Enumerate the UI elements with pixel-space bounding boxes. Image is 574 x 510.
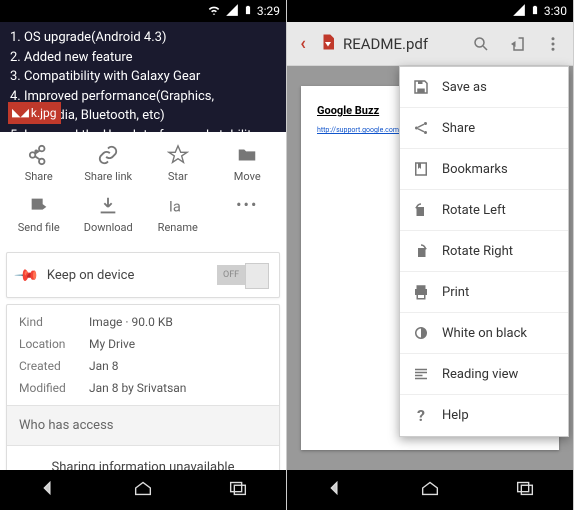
back-button[interactable]: ‹ [291, 33, 315, 54]
file-name: k.jpg [31, 104, 57, 122]
recent-nav[interactable] [514, 477, 536, 503]
signal-icon [512, 3, 526, 20]
overflow-button[interactable] [537, 35, 569, 53]
share-label: Share [25, 170, 53, 183]
sendfile-button[interactable]: Send file [4, 191, 74, 238]
back-nav[interactable] [37, 477, 59, 503]
menu-print[interactable]: Print [400, 272, 568, 313]
location-value: My Drive [89, 337, 267, 351]
right-phone: 3:30 ‹ README.pdf Google Buzz http://sup… [287, 0, 574, 510]
download-label: Download [84, 221, 133, 234]
keep-card: 📌 Keep on device OFF [6, 252, 280, 298]
navbar-left [0, 470, 286, 510]
file-thumbnail[interactable]: ◣◢ k.jpg [8, 102, 61, 124]
kind-key: Kind [19, 315, 89, 329]
created-key: Created [19, 359, 89, 373]
search-button[interactable] [465, 35, 497, 53]
menu-rotate-right[interactable]: Rotate Right [400, 231, 568, 272]
sharelink-label: Share link [84, 170, 132, 183]
menu-print-label: Print [442, 285, 469, 300]
keep-label: Keep on device [47, 268, 207, 283]
left-phone: 3:29 OS upgrade(Android 4.3) Added new f… [0, 0, 287, 510]
menu-rotleft-label: Rotate Left [442, 203, 506, 218]
background-changelog: OS upgrade(Android 4.3) Added new featur… [0, 22, 286, 132]
menu-help[interactable]: ? Help [400, 395, 568, 436]
share-button[interactable]: Share [4, 140, 74, 187]
back-nav[interactable] [324, 477, 346, 503]
modified-key: Modified [19, 381, 89, 395]
home-nav[interactable] [132, 477, 154, 503]
keep-toggle[interactable]: OFF [217, 265, 269, 285]
image-icon: ◣◢ [12, 105, 29, 122]
navbar-right [287, 470, 573, 510]
dots-icon: ••• [236, 195, 258, 214]
pdf-icon [319, 33, 339, 55]
menu-bookmarks-label: Bookmarks [442, 162, 508, 177]
document-area[interactable]: Google Buzz http://support.google.com/dr… [287, 66, 573, 470]
menu-rotright-label: Rotate Right [442, 244, 513, 259]
changelog-item: Improved the User Interface and stabilit… [10, 126, 276, 146]
pdf-topbar: ‹ README.pdf [287, 22, 573, 66]
signal-icon [225, 3, 239, 20]
changelog-item: Added new feature [10, 48, 276, 68]
rename-label: Rename [158, 221, 198, 234]
svg-text:Ia: Ia [169, 198, 181, 216]
help-icon: ? [412, 406, 430, 425]
recent-nav[interactable] [227, 477, 249, 503]
download-button[interactable]: Download [74, 191, 144, 238]
clock-right: 3:30 [544, 4, 567, 18]
battery-icon [530, 3, 540, 20]
kind-value: Image · 90.0 KB [89, 315, 267, 329]
overflow-menu: Save as Share Bookmarks Rotate Left Rota… [399, 66, 569, 437]
menu-help-label: Help [442, 408, 469, 423]
menu-white-on-black[interactable]: White on black [400, 313, 568, 354]
access-header: Who has access [7, 405, 279, 446]
menu-share[interactable]: Share [400, 108, 568, 149]
statusbar-right: 3:30 [287, 0, 573, 22]
menu-rotate-left[interactable]: Rotate Left [400, 190, 568, 231]
clock-left: 3:29 [257, 4, 280, 18]
meta-card: KindImage · 90.0 KB LocationMy Drive Cre… [6, 304, 280, 490]
menu-saveas[interactable]: Save as [400, 67, 568, 108]
modified-value: Jan 8 by Srivatsan [89, 381, 267, 395]
menu-reading-label: Reading view [442, 367, 518, 382]
home-nav[interactable] [419, 477, 441, 503]
menu-whiteblack-label: White on black [442, 326, 527, 341]
move-button[interactable]: Move [213, 140, 283, 187]
battery-icon [243, 3, 253, 20]
action-row-2: Send file Download Ia Rename ••• [0, 191, 286, 246]
star-label: Star [168, 170, 188, 183]
move-label: Move [234, 170, 261, 183]
menu-reading-view[interactable]: Reading view [400, 354, 568, 395]
sharelink-button[interactable]: Share link [74, 140, 144, 187]
changelog-item: Compatibility with Galaxy Gear [10, 67, 276, 87]
rename-button[interactable]: Ia Rename [143, 191, 213, 238]
pin-icon: 📌 [13, 261, 41, 289]
openin-button[interactable] [501, 35, 533, 53]
menu-bookmarks[interactable]: Bookmarks [400, 149, 568, 190]
statusbar-left: 3:29 [0, 0, 286, 22]
toggle-value: OFF [223, 270, 239, 280]
menu-saveas-label: Save as [442, 80, 487, 95]
location-key: Location [19, 337, 89, 351]
menu-share-label: Share [442, 121, 475, 136]
star-button[interactable]: Star [143, 140, 213, 187]
wifi-icon [207, 3, 221, 20]
more-button[interactable]: ••• [213, 191, 283, 238]
sendfile-label: Send file [18, 221, 60, 234]
doc-title: README.pdf [343, 35, 461, 53]
created-value: Jan 8 [89, 359, 267, 373]
changelog-item: OS upgrade(Android 4.3) [10, 28, 276, 48]
